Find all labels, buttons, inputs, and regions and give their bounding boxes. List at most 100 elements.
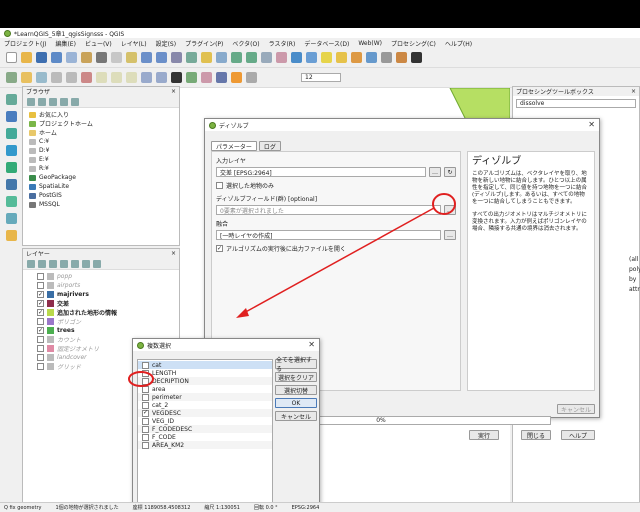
add-mesh-icon[interactable]: [5, 128, 17, 139]
layer-visibility-checkbox[interactable]: ✓: [37, 300, 44, 307]
field-checkbox[interactable]: [142, 417, 149, 425]
browser-item-mssql[interactable]: MSSQL: [29, 200, 179, 209]
field-checkbox[interactable]: [142, 361, 149, 369]
field-list-item[interactable]: F_CODEDESC: [138, 425, 272, 433]
temporal-icon[interactable]: [276, 52, 287, 63]
run-button[interactable]: 実行: [469, 430, 499, 440]
select-features-icon[interactable]: [321, 52, 332, 63]
field-list-item[interactable]: perimeter: [138, 393, 272, 401]
field-list-item[interactable]: F_CODE: [138, 433, 272, 441]
pan-icon[interactable]: [111, 52, 122, 63]
layer-visibility-checkbox[interactable]: [37, 363, 44, 370]
processing-search[interactable]: dissolve: [516, 99, 636, 108]
layer-item[interactable]: ✓ majrivers: [37, 290, 179, 299]
filter-icon[interactable]: [49, 97, 57, 106]
cancel-button[interactable]: キャンセル: [557, 404, 595, 414]
vertex-tool-icon[interactable]: [66, 72, 77, 83]
delete-selected-icon[interactable]: [81, 72, 92, 83]
cancel-button[interactable]: キャンセル: [275, 411, 317, 421]
collapse-icon[interactable]: [60, 97, 68, 106]
new-shapefile-icon[interactable]: [5, 230, 17, 241]
cut-icon[interactable]: [96, 72, 107, 83]
browser-item-favorites[interactable]: お気に入り: [29, 110, 179, 119]
dissolve-field-browse-button[interactable]: …: [444, 205, 456, 215]
field-checkbox[interactable]: [142, 393, 149, 401]
layer-visibility-checkbox[interactable]: [37, 273, 44, 280]
scale-field[interactable]: 12: [301, 73, 341, 82]
digitize-icon[interactable]: [6, 72, 17, 83]
menu-plugins[interactable]: プラグイン(P): [185, 39, 223, 48]
menu-edit[interactable]: 編集(E): [55, 39, 75, 48]
close-icon[interactable]: ×: [631, 88, 636, 95]
pan-to-selection-icon[interactable]: [126, 52, 137, 63]
clear-selection-button[interactable]: 選択をクリア: [275, 372, 317, 382]
layer-visibility-checkbox[interactable]: ✓: [37, 327, 44, 334]
style-icon[interactable]: [27, 259, 35, 268]
zoom-next-icon[interactable]: [246, 52, 257, 63]
iterate-icon[interactable]: ↻: [444, 167, 456, 177]
layer-visibility-checkbox[interactable]: [37, 282, 44, 289]
add-feature-icon[interactable]: [51, 72, 62, 83]
output-browse-button[interactable]: …: [444, 230, 456, 240]
field-checkbox[interactable]: [142, 369, 149, 377]
locator-icon[interactable]: [231, 72, 242, 83]
field-list-item[interactable]: VEG_ID: [138, 417, 272, 425]
add-group-icon[interactable]: [38, 259, 46, 268]
deselect-icon[interactable]: [336, 52, 347, 63]
label-icon[interactable]: [171, 72, 182, 83]
paste-icon[interactable]: [126, 72, 137, 83]
layer-visibility-checkbox[interactable]: [37, 345, 44, 352]
python-icon[interactable]: [201, 72, 212, 83]
browser-item-postgis[interactable]: PostGIS: [29, 191, 179, 200]
zoom-full-icon[interactable]: [186, 52, 197, 63]
close-button[interactable]: 閉じる: [521, 430, 551, 440]
close-icon[interactable]: ×: [171, 250, 176, 257]
layer-visibility-checkbox[interactable]: ✓: [37, 291, 44, 298]
layer-visibility-checkbox[interactable]: [37, 318, 44, 325]
layer-item[interactable]: ✓ 交差: [37, 299, 179, 308]
browser-item-project-home[interactable]: プロジェクトホーム: [29, 119, 179, 128]
save-project-icon[interactable]: [36, 52, 47, 63]
remove-layer-icon[interactable]: [93, 259, 101, 268]
refresh-icon[interactable]: [291, 52, 302, 63]
tile-icon[interactable]: [246, 72, 257, 83]
browser-item-r-drive[interactable]: R:¥: [29, 164, 179, 173]
zoom-native-icon[interactable]: [171, 52, 182, 63]
tab-parameters[interactable]: パラメーター: [211, 141, 257, 151]
rotation-value[interactable]: 0.0 °: [266, 505, 278, 511]
open-output-checkbox[interactable]: ✓: [216, 245, 223, 252]
field-list-item[interactable]: AREA_KM2: [138, 441, 272, 449]
browser-item-home[interactable]: ホーム: [29, 128, 179, 137]
save-as-icon[interactable]: [51, 52, 62, 63]
select-all-button[interactable]: 全てを選択する: [275, 357, 317, 373]
expand-icon[interactable]: [71, 259, 79, 268]
style-manager-icon[interactable]: [96, 52, 107, 63]
add-postgis-icon[interactable]: [5, 179, 17, 190]
layer-visibility-checkbox[interactable]: ✓: [37, 309, 44, 316]
field-list-item[interactable]: LENGTH: [138, 369, 272, 377]
layer-item[interactable]: airports: [37, 281, 179, 290]
layer-item[interactable]: ✓ 追加された地形の情報: [37, 308, 179, 317]
new-project-icon[interactable]: [6, 52, 17, 63]
browser-item-d-drive[interactable]: D:¥: [29, 146, 179, 155]
field-checkbox[interactable]: [142, 377, 149, 385]
tab-log[interactable]: ログ: [258, 141, 281, 151]
close-icon[interactable]: ×: [171, 88, 176, 95]
crs-button[interactable]: EPSG:2964: [292, 505, 320, 511]
copy-icon[interactable]: [111, 72, 122, 83]
menu-project[interactable]: プロジェクト(J): [4, 39, 46, 48]
field-checkbox[interactable]: ✓: [142, 409, 149, 417]
field-checkbox[interactable]: [142, 433, 149, 441]
zoom-selection-icon[interactable]: [201, 52, 212, 63]
collapse-icon[interactable]: [82, 259, 90, 268]
field-list-item[interactable]: area: [138, 385, 272, 393]
field-list-item[interactable]: cat: [138, 361, 272, 369]
help-button[interactable]: ヘルプ: [561, 430, 595, 440]
add-spatialite-icon[interactable]: [5, 162, 17, 173]
label-pin-icon[interactable]: [186, 72, 197, 83]
field-checkbox[interactable]: [142, 401, 149, 409]
filter-icon[interactable]: [60, 259, 68, 268]
ok-button[interactable]: OK: [275, 398, 317, 408]
zoom-out-icon[interactable]: [156, 52, 167, 63]
add-wms-icon[interactable]: [5, 196, 17, 207]
